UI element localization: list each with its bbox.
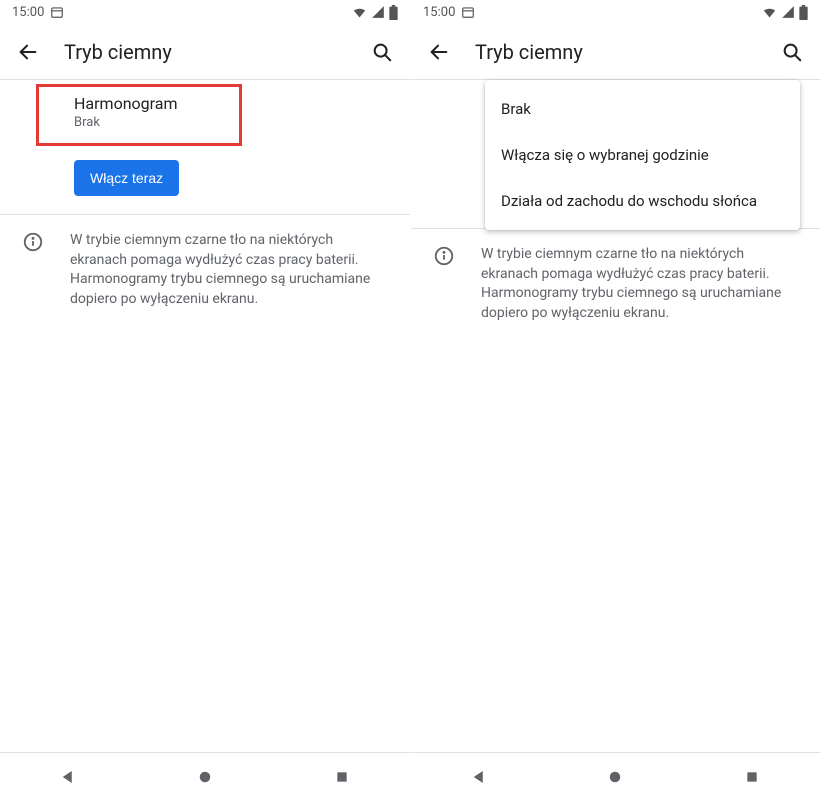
nav-home-icon[interactable] bbox=[591, 753, 639, 801]
nav-back-icon[interactable] bbox=[44, 753, 92, 801]
turn-on-now-button[interactable]: Włącz teraz bbox=[74, 160, 179, 196]
screen-left: 15:00 Tryb ciemny Harmono bbox=[0, 0, 410, 800]
dropdown-option-sunset-sunrise[interactable]: Działa od zachodu do wschodu słońca bbox=[485, 178, 800, 224]
nav-bar bbox=[0, 752, 410, 800]
battery-icon bbox=[389, 5, 398, 20]
calendar-icon bbox=[461, 5, 475, 19]
info-text: W trybie ciemnym czarne tło na niektóryc… bbox=[481, 245, 802, 323]
screen-right: 15:00 Tryb ciemny Brak bbox=[410, 0, 820, 800]
nav-home-icon[interactable] bbox=[181, 753, 229, 801]
schedule-title: Harmonogram bbox=[74, 94, 394, 113]
info-icon bbox=[433, 245, 457, 269]
dropdown-option-custom-time[interactable]: Włącza się o wybranej godzinie bbox=[485, 132, 800, 178]
back-icon[interactable] bbox=[423, 36, 455, 68]
app-bar: Tryb ciemny bbox=[0, 24, 410, 80]
calendar-icon bbox=[50, 5, 64, 19]
wifi-icon bbox=[352, 5, 367, 20]
content-area: Harmonogram Brak Włącz teraz W trybie ci… bbox=[0, 80, 410, 752]
info-row: W trybie ciemnym czarne tło na niektóryc… bbox=[0, 215, 410, 325]
dropdown-option-none[interactable]: Brak bbox=[485, 86, 800, 132]
back-icon[interactable] bbox=[12, 36, 44, 68]
schedule-dropdown: Brak Włącza się o wybranej godzinie Dzia… bbox=[485, 80, 800, 230]
nav-back-icon[interactable] bbox=[455, 753, 503, 801]
page-title: Tryb ciemny bbox=[64, 40, 346, 64]
status-time: 15:00 bbox=[12, 5, 44, 20]
nav-recent-icon[interactable] bbox=[728, 753, 776, 801]
status-bar: 15:00 bbox=[411, 0, 820, 24]
signal-icon bbox=[781, 5, 795, 19]
status-time: 15:00 bbox=[423, 5, 455, 20]
search-icon[interactable] bbox=[776, 36, 808, 68]
wifi-icon bbox=[762, 5, 777, 20]
page-title: Tryb ciemny bbox=[475, 40, 756, 64]
schedule-setting-row[interactable]: Harmonogram Brak bbox=[0, 80, 410, 144]
info-row: W trybie ciemnym czarne tło na niektóryc… bbox=[411, 229, 820, 339]
nav-recent-icon[interactable] bbox=[318, 753, 366, 801]
schedule-value: Brak bbox=[74, 115, 394, 130]
info-icon bbox=[22, 231, 46, 255]
app-bar: Tryb ciemny bbox=[411, 24, 820, 80]
status-bar: 15:00 bbox=[0, 0, 410, 24]
signal-icon bbox=[371, 5, 385, 19]
content-area: Brak Włącza się o wybranej godzinie Dzia… bbox=[411, 80, 820, 752]
search-icon[interactable] bbox=[366, 36, 398, 68]
battery-icon bbox=[799, 5, 808, 20]
nav-bar bbox=[411, 752, 820, 800]
info-text: W trybie ciemnym czarne tło na niektóryc… bbox=[70, 231, 392, 309]
